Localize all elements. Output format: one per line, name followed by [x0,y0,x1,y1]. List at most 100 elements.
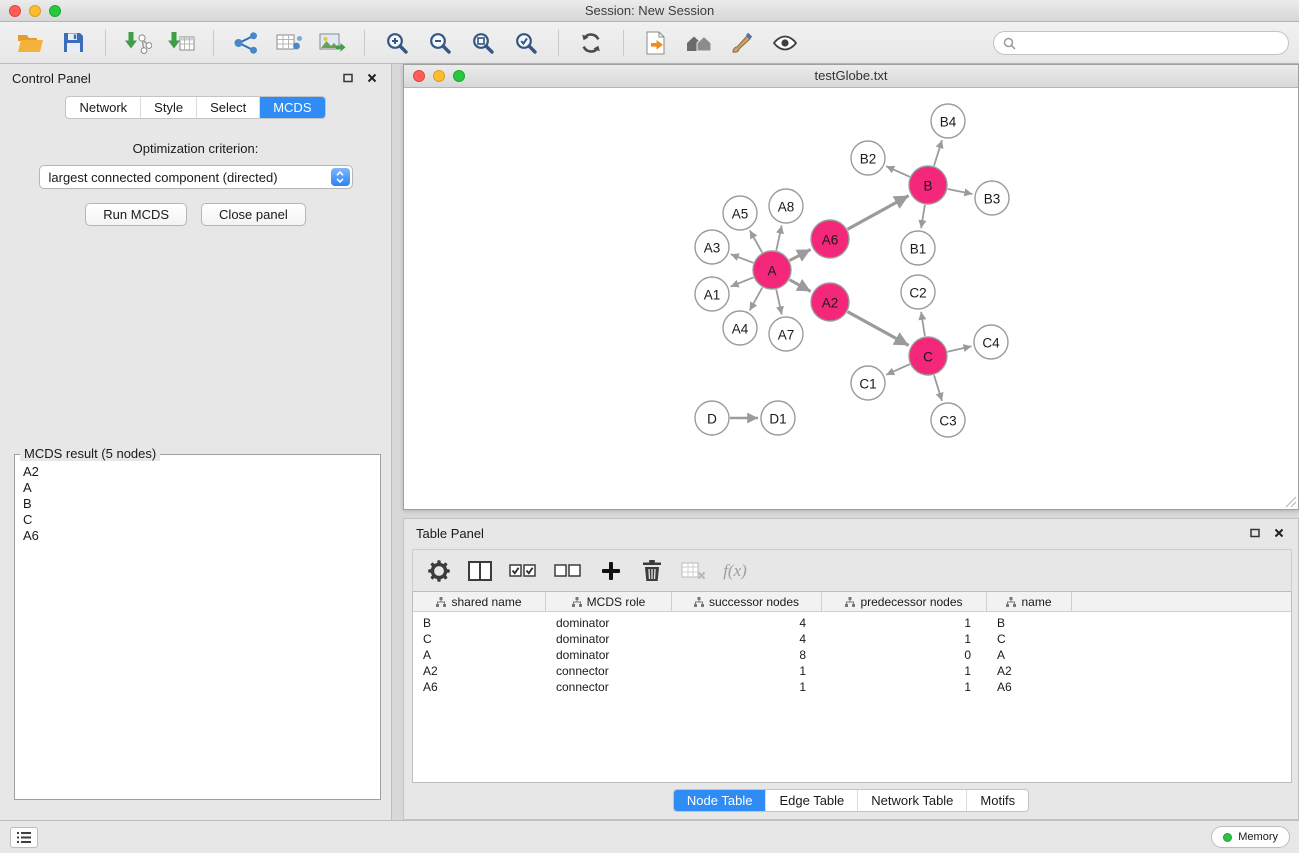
control-tab-select[interactable]: Select [197,97,260,118]
column-header-shared-name[interactable]: shared name [413,592,546,611]
column-header-predecessor-nodes[interactable]: predecessor nodes [822,592,987,611]
graph-edge-A-A5[interactable] [750,230,762,252]
graph-edge-C-C3[interactable] [934,375,942,401]
graph-node-A5[interactable]: A5 [723,196,757,230]
graph-node-A[interactable]: A [753,251,791,289]
close-panel-button[interactable] [365,71,379,85]
mcds-result-item[interactable]: B [23,496,372,512]
mcds-result-item[interactable]: C [23,512,372,528]
delete-table-button[interactable] [681,557,706,585]
graph-node-B3[interactable]: B3 [975,181,1009,215]
import-network-from-file-button[interactable] [120,26,156,60]
graph-node-B2[interactable]: B2 [851,141,885,175]
graph-edge-A-A3[interactable] [731,254,754,263]
graph-node-C4[interactable]: C4 [974,325,1008,359]
graph-node-B[interactable]: B [909,166,947,204]
delete-columns-button[interactable] [640,557,664,585]
graph-node-A3[interactable]: A3 [695,230,729,264]
zoom-fit-button[interactable] [465,26,501,60]
graph-edge-A6-B[interactable] [848,196,909,230]
refresh-view-button[interactable] [573,26,609,60]
graph-edge-A-A1[interactable] [731,277,754,286]
graph-edge-B-B2[interactable] [886,166,910,177]
graph-node-A6[interactable]: A6 [811,220,849,258]
column-header-successor-nodes[interactable]: successor nodes [672,592,822,611]
mcds-result-item[interactable]: A2 [23,464,372,480]
create-new-column-button[interactable] [599,557,623,585]
network-canvas[interactable]: B4 B2 B B3 A5 A8A6 B1 A3 A C2 A1 A2 A4 A7 C4 C C1 C3 D D1 [404,88,1298,509]
run-mcds-button[interactable]: Run MCDS [85,203,187,226]
graph-edge-A-A2[interactable] [790,280,811,292]
table-tab-edge-table[interactable]: Edge Table [766,790,858,811]
import-table-from-file-button[interactable] [163,26,199,60]
criterion-dropdown[interactable]: largest connected component (directed) [39,165,353,189]
new-network-table-button[interactable] [271,26,307,60]
table-row[interactable]: A6connector11A6 [413,679,1291,695]
table-row[interactable]: Adominator80A [413,647,1291,663]
graph-node-C1[interactable]: C1 [851,366,885,400]
graph-node-A1[interactable]: A1 [695,277,729,311]
export-image-button[interactable] [314,26,350,60]
graph-node-C[interactable]: C [909,337,947,375]
table-row[interactable]: Cdominator41C [413,631,1291,647]
graph-node-C3[interactable]: C3 [931,403,965,437]
minimize-window-button[interactable] [29,5,41,17]
zoom-window-button[interactable] [49,5,61,17]
show-graphics-details-button[interactable] [767,26,803,60]
control-tab-style[interactable]: Style [141,97,197,118]
mcds-result-item[interactable]: A6 [23,528,372,544]
save-session-button[interactable] [55,26,91,60]
close-panel-button-cp[interactable]: Close panel [201,203,306,226]
graph-node-A7[interactable]: A7 [769,317,803,351]
network-zoom-button[interactable] [453,70,465,82]
graph-edge-A2-C[interactable] [848,312,909,346]
memory-button[interactable]: Memory [1211,826,1290,848]
control-tab-network[interactable]: Network [66,97,141,118]
network-minimize-button[interactable] [433,70,445,82]
zoom-out-button[interactable] [422,26,458,60]
graph-edge-B-B1[interactable] [921,205,925,228]
graph-node-A4[interactable]: A4 [723,311,757,345]
column-header-name[interactable]: name [987,592,1072,611]
graph-node-D1[interactable]: D1 [761,401,795,435]
graph-edge-C-C4[interactable] [948,346,972,351]
table-row[interactable]: Bdominator41B [413,615,1291,631]
graph-node-D[interactable]: D [695,401,729,435]
graph-edge-B-B4[interactable] [934,140,942,166]
function-builder-button[interactable]: f(x) [723,557,747,585]
column-header-MCDS-role[interactable]: MCDS role [546,592,672,611]
open-file-button[interactable] [12,26,48,60]
select-all-rows-button[interactable] [509,557,537,585]
new-network-button[interactable] [228,26,264,60]
float-panel-button[interactable] [341,71,355,85]
graph-node-B4[interactable]: B4 [931,104,965,138]
network-window-titlebar[interactable]: testGlobe.txt [404,65,1298,88]
resize-grip-icon[interactable] [1285,496,1297,508]
apply-style-button[interactable] [724,26,760,60]
close-table-panel-button[interactable] [1272,526,1286,540]
graph-edge-A-A6[interactable] [790,249,811,260]
graph-node-A2[interactable]: A2 [811,283,849,321]
search-input[interactable] [1021,36,1279,50]
mcds-result-item[interactable]: A [23,480,372,496]
table-tab-motifs[interactable]: Motifs [967,790,1028,811]
search-box[interactable] [993,31,1289,55]
show-columns-button[interactable] [468,557,492,585]
graph-edge-A-A8[interactable] [776,226,781,251]
table-tab-network-table[interactable]: Network Table [858,790,967,811]
graph-edge-C-C1[interactable] [886,364,910,375]
table-settings-button[interactable] [427,557,451,585]
network-close-button[interactable] [413,70,425,82]
zoom-in-button[interactable] [379,26,415,60]
zoom-selected-button[interactable] [508,26,544,60]
network-snapshot-button[interactable] [638,26,674,60]
table-row[interactable]: A2connector11A2 [413,663,1291,679]
graph-edge-A-A4[interactable] [750,288,763,311]
graph-node-B1[interactable]: B1 [901,231,935,265]
graph-node-C2[interactable]: C2 [901,275,935,309]
graph-edge-B-B3[interactable] [948,189,973,194]
graph-node-A8[interactable]: A8 [769,189,803,223]
graph-edge-C-C2[interactable] [921,312,925,336]
table-tab-node-table[interactable]: Node Table [674,790,767,811]
unselect-all-rows-button[interactable] [554,557,582,585]
